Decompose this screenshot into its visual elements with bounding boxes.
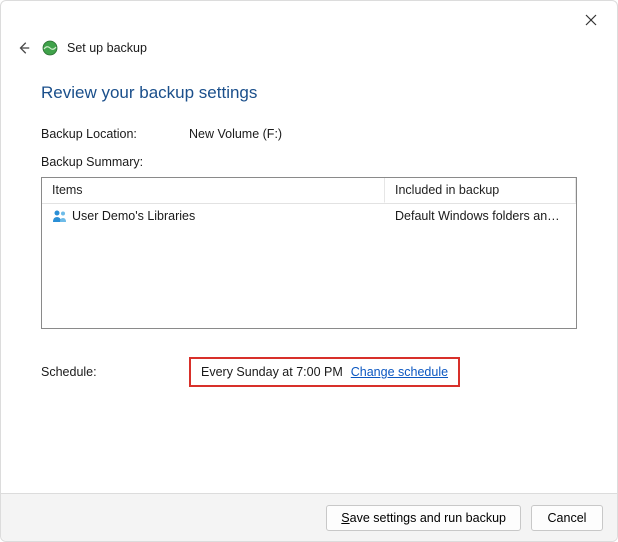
- dialog-window: Set up backup Review your backup setting…: [0, 0, 618, 542]
- dialog-title: Set up backup: [67, 41, 147, 55]
- backup-summary-label: Backup Summary:: [41, 155, 143, 169]
- table-header: Items Included in backup: [42, 178, 576, 203]
- save-and-run-button[interactable]: Save settings and run backup: [326, 505, 521, 531]
- change-schedule-link[interactable]: Change schedule: [351, 365, 448, 379]
- backup-summary-table: Items Included in backup User Demo's Lib…: [41, 177, 577, 329]
- backup-location-value: New Volume (F:): [189, 127, 282, 141]
- page-heading: Review your backup settings: [41, 83, 577, 103]
- backup-summary-label-row: Backup Summary:: [41, 155, 577, 169]
- cancel-button[interactable]: Cancel: [531, 505, 603, 531]
- save-mnemonic: S: [341, 511, 349, 525]
- backup-location-label: Backup Location:: [41, 127, 189, 141]
- schedule-value: Every Sunday at 7:00 PM: [201, 365, 343, 379]
- table-cell-item: User Demo's Libraries: [72, 209, 195, 223]
- table-cell-included: Default Windows folders and lo…: [385, 204, 576, 228]
- button-bar: Save settings and run backup Cancel: [1, 493, 617, 541]
- user-libraries-icon: [52, 209, 68, 223]
- column-header-items[interactable]: Items: [42, 178, 385, 203]
- backup-location-row: Backup Location: New Volume (F:): [41, 127, 577, 141]
- save-rest: ave settings and run backup: [350, 511, 506, 525]
- column-header-included[interactable]: Included in backup: [385, 178, 576, 203]
- schedule-highlight: Every Sunday at 7:00 PM Change schedule: [189, 357, 460, 387]
- dialog-header: Set up backup: [15, 39, 603, 57]
- close-icon: [585, 14, 597, 26]
- schedule-label: Schedule:: [41, 365, 189, 379]
- close-button[interactable]: [575, 7, 607, 33]
- content-area: Review your backup settings Backup Locat…: [41, 83, 577, 481]
- back-button[interactable]: [15, 39, 33, 57]
- schedule-row: Schedule: Every Sunday at 7:00 PM Change…: [41, 357, 577, 387]
- back-arrow-icon: [17, 41, 31, 55]
- backup-globe-icon: [41, 39, 59, 57]
- table-row[interactable]: User Demo's Libraries Default Windows fo…: [42, 204, 576, 228]
